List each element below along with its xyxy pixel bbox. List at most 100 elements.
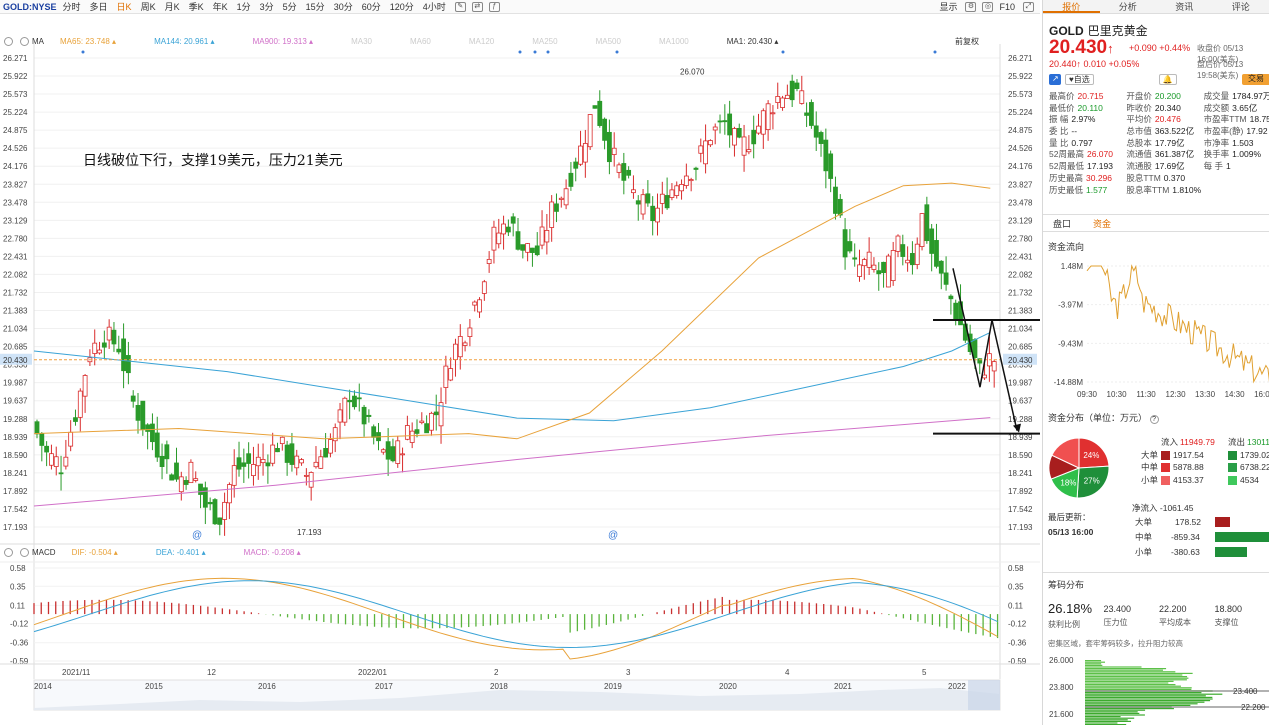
chip-bar (1085, 661, 1106, 663)
candle-body (472, 301, 478, 306)
panel-tab[interactable]: 资讯 (1156, 0, 1213, 13)
macd-indicator-name[interactable]: MACD (32, 548, 56, 557)
panel-tab[interactable]: 报价 (1043, 0, 1100, 13)
period-tab[interactable]: 年K (213, 2, 228, 12)
screenshot-icon[interactable]: ◎ (982, 1, 994, 12)
news-marker-icon[interactable]: @ (608, 530, 618, 541)
chip-metric: 22.200 平均成本 (1159, 601, 1215, 630)
symbol-label[interactable]: GOLD:NYSE (3, 2, 57, 12)
candle-body (414, 429, 420, 434)
candle-body (871, 264, 877, 270)
period-tab[interactable]: 60分 (362, 2, 381, 12)
macd-eye-icon[interactable] (20, 547, 29, 557)
navigator-window[interactable] (968, 680, 1000, 710)
draw-icon[interactable]: ✎ (454, 1, 466, 12)
legend-item[interactable]: MA65: 23.748 ▴ (60, 37, 116, 46)
flow-time-tick: 13:30 (1195, 390, 1216, 399)
legend-item[interactable]: DEA: -0.401 ▴ (156, 548, 206, 557)
price-tick-left: 24.176 (3, 162, 28, 171)
candle-body (92, 342, 98, 354)
detail-tab[interactable]: 盘口 (1053, 217, 1083, 230)
legend-item[interactable]: MA250 (532, 37, 557, 46)
period-tab[interactable]: 30分 (334, 2, 353, 12)
adjust-label[interactable]: 前复权 (955, 36, 979, 47)
legend-item[interactable]: MA144: 20.961 ▴ (154, 37, 215, 46)
macd-settings-icon[interactable] (4, 547, 13, 557)
indicator-icon[interactable]: ƒ (488, 1, 500, 12)
period-tab[interactable]: 多日 (90, 2, 108, 12)
stat-cell: 换手率 1.009% (1204, 149, 1269, 161)
event-marker-icon[interactable] (933, 50, 937, 54)
compare-icon[interactable]: ⇄ (471, 1, 483, 12)
legend-item[interactable]: MA900: 19.313 ▴ (253, 37, 314, 46)
legend-item[interactable]: MACD: -0.208 ▴ (244, 548, 301, 557)
fullscreen-icon[interactable]: ⤢ (1023, 1, 1034, 12)
share-icon[interactable]: ↗ (1049, 74, 1061, 85)
info-icon[interactable]: ? (1149, 415, 1159, 424)
follow-button[interactable]: ♥自选 (1065, 74, 1094, 85)
candle-body (183, 480, 189, 485)
settings-icon[interactable]: ⚙ (965, 1, 977, 12)
chip-metric-key: 获利比例 (1048, 620, 1080, 629)
event-marker-icon[interactable] (81, 50, 85, 54)
legend-item[interactable]: MA1000 (659, 37, 689, 46)
stat-key: 股息率TTM (1126, 184, 1170, 195)
event-marker-icon[interactable] (546, 50, 550, 54)
panel-tab[interactable]: 分析 (1100, 0, 1157, 13)
stat-value: 20.340 (1154, 102, 1181, 113)
period-tab[interactable]: 5分 (283, 2, 297, 12)
detail-tab[interactable]: 资金 (1093, 217, 1123, 230)
net-flow-bar (1215, 547, 1247, 557)
event-marker-icon[interactable] (615, 50, 619, 54)
chip-bar (1085, 679, 1187, 681)
chart-area[interactable]: 26.271 26.271 25.922 25.922 25.573 25.573 25.2… (0, 14, 1040, 725)
legend-item[interactable]: DIF: -0.504 ▴ (72, 548, 118, 557)
candle-body (318, 456, 324, 469)
price-tick-left: 21.383 (3, 307, 28, 316)
period-tab[interactable]: 月K (165, 2, 180, 12)
panel-tabs: 报价 分析 资讯 评论 (1043, 0, 1269, 14)
legend-item[interactable]: MA30 (351, 37, 372, 46)
legend-item[interactable]: MA120 (469, 37, 494, 46)
alert-icon[interactable]: 🔔 (1158, 74, 1177, 85)
net-flow-row: 大单 178.52 (1049, 515, 1269, 530)
stat-cell: 总市值 363.522亿 (1126, 126, 1203, 138)
period-tab[interactable]: 120分 (390, 2, 414, 12)
legend-settings-icon[interactable] (4, 36, 13, 46)
legend-item[interactable]: MA500 (596, 37, 621, 46)
candle-body (828, 153, 834, 179)
period-tab[interactable]: 4小时 (423, 2, 446, 12)
period-tab[interactable]: 分时 (63, 2, 81, 12)
candle-body (380, 449, 386, 453)
event-marker-icon[interactable] (518, 50, 522, 54)
news-marker-icon[interactable]: @ (192, 530, 202, 541)
period-tab[interactable]: 季K (189, 2, 204, 12)
period-tab[interactable]: 周K (141, 2, 156, 12)
year-tick: 2021 (834, 682, 852, 691)
stat-cell: 总股本 17.79亿 (1126, 138, 1203, 150)
period-tab[interactable]: 15分 (306, 2, 325, 12)
f10-button[interactable]: F10 (999, 2, 1015, 12)
price-tick-left: 17.193 (3, 523, 28, 532)
legend-item[interactable]: MA1: 20.430 ▴ (727, 37, 779, 46)
candle-body (833, 186, 838, 214)
legend-eye-icon[interactable] (20, 36, 29, 46)
period-tab[interactable]: 3分 (260, 2, 274, 12)
display-menu[interactable]: 显示 (939, 0, 957, 13)
event-marker-icon[interactable] (781, 50, 785, 54)
dist-row: 小单 4153.37 4534 (1141, 474, 1269, 487)
period-tab[interactable]: 1分 (237, 2, 251, 12)
panel-tab[interactable]: 评论 (1213, 0, 1269, 13)
trade-button[interactable]: 交易 (1242, 74, 1269, 85)
kline-chart[interactable]: 26.271 26.271 25.922 25.922 25.573 25.573 25.2… (0, 14, 1040, 725)
stat-cell: 振 幅 2.97% (1049, 114, 1126, 126)
event-marker-icon[interactable] (533, 50, 537, 54)
period-tab[interactable]: 日K (117, 2, 132, 12)
price-tick-right: 20.685 (1008, 343, 1033, 352)
candle-body (457, 336, 463, 358)
main-indicator-name[interactable]: MA (32, 37, 44, 46)
candle-body (982, 374, 987, 379)
net-flow-label: 中单 (1135, 532, 1153, 542)
price-tick-right: 21.383 (1008, 307, 1033, 316)
legend-item[interactable]: MA60 (410, 37, 431, 46)
